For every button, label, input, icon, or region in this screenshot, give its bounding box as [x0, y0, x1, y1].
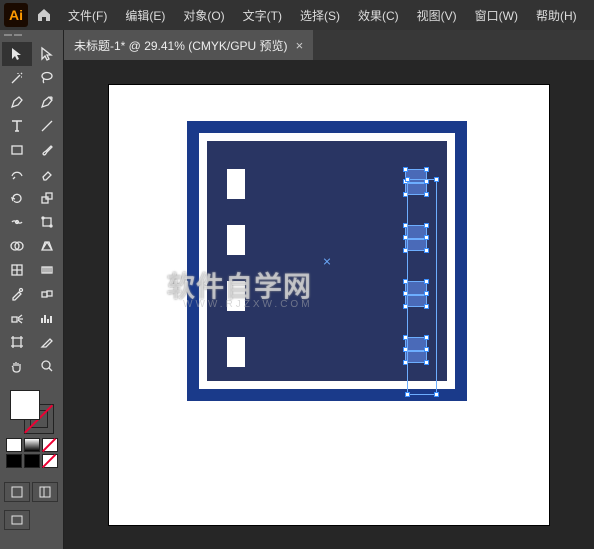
swatch-black-2[interactable] — [24, 454, 40, 468]
tools-panel — [0, 30, 64, 549]
perspective-tool[interactable] — [32, 234, 62, 258]
color-mode-none[interactable] — [42, 438, 58, 452]
eraser-tool[interactable] — [32, 162, 62, 186]
color-mode-solid[interactable] — [6, 438, 22, 452]
white-rect-4[interactable] — [227, 337, 245, 367]
symbol-sprayer-tool[interactable] — [2, 306, 32, 330]
swatch-none[interactable] — [42, 454, 58, 468]
artboard[interactable]: 软件自学网 WWW.RJZXW.COM — [109, 85, 549, 525]
eyedropper-tool[interactable] — [2, 282, 32, 306]
slice-tool[interactable] — [32, 330, 62, 354]
shape-builder-tool[interactable] — [2, 234, 32, 258]
color-mode-gradient[interactable] — [24, 438, 40, 452]
menu-view[interactable]: 视图(V) — [409, 3, 465, 28]
column-graph-tool[interactable] — [32, 306, 62, 330]
lasso-tool[interactable] — [32, 66, 62, 90]
menu-select[interactable]: 选择(S) — [292, 3, 348, 28]
draw-normal-button[interactable] — [4, 482, 30, 502]
app-logo: Ai — [4, 3, 28, 27]
close-tab-icon[interactable]: × — [296, 38, 304, 53]
swatch-black[interactable] — [6, 454, 22, 468]
rectangle-tool[interactable] — [2, 138, 32, 162]
mesh-tool[interactable] — [2, 258, 32, 282]
line-tool[interactable] — [32, 114, 62, 138]
free-transform-tool[interactable] — [32, 210, 62, 234]
home-icon[interactable] — [36, 7, 52, 23]
blend-tool[interactable] — [32, 282, 62, 306]
screen-mode-button[interactable] — [4, 510, 30, 530]
fill-swatch[interactable] — [10, 390, 40, 420]
artwork-inner-frame[interactable] — [199, 133, 455, 389]
direct-selection-tool[interactable] — [32, 42, 62, 66]
selection-center-icon — [323, 257, 331, 265]
magic-wand-tool[interactable] — [2, 66, 32, 90]
menubar: Ai 文件(F) 编辑(E) 对象(O) 文字(T) 选择(S) 效果(C) 视… — [0, 0, 594, 30]
canvas[interactable]: 软件自学网 WWW.RJZXW.COM — [64, 60, 594, 549]
scale-tool[interactable] — [32, 186, 62, 210]
menu-edit[interactable]: 编辑(E) — [117, 3, 173, 28]
curvature-tool[interactable] — [32, 90, 62, 114]
rotate-tool[interactable] — [2, 186, 32, 210]
draw-behind-button[interactable] — [32, 482, 58, 502]
width-tool[interactable] — [2, 210, 32, 234]
menu-type[interactable]: 文字(T) — [235, 3, 290, 28]
gradient-tool[interactable] — [32, 258, 62, 282]
artboard-tool[interactable] — [2, 330, 32, 354]
document-tab-title: 未标题-1* @ 29.41% (CMYK/GPU 预览) — [74, 37, 288, 54]
document-tabbar: 未标题-1* @ 29.41% (CMYK/GPU 预览) × — [64, 30, 594, 60]
pen-tool[interactable] — [2, 90, 32, 114]
menu-window[interactable]: 窗口(W) — [467, 3, 526, 28]
menu-object[interactable]: 对象(O) — [175, 3, 232, 28]
artwork-outer-square[interactable] — [187, 121, 467, 401]
white-rect-2[interactable] — [227, 225, 245, 255]
paintbrush-tool[interactable] — [32, 138, 62, 162]
document-tab[interactable]: 未标题-1* @ 29.41% (CMYK/GPU 预览) × — [64, 30, 313, 60]
selected-object-3[interactable] — [405, 281, 427, 307]
hand-tool[interactable] — [2, 354, 32, 378]
type-tool[interactable] — [2, 114, 32, 138]
selected-object-4[interactable] — [405, 337, 427, 363]
shaper-tool[interactable] — [2, 162, 32, 186]
white-rect-3[interactable] — [227, 281, 245, 311]
selection-tool[interactable] — [2, 42, 32, 66]
fill-stroke-swatch[interactable] — [10, 390, 54, 434]
menu-help[interactable]: 帮助(H) — [528, 3, 585, 28]
menu-file[interactable]: 文件(F) — [60, 3, 115, 28]
selected-object-2[interactable] — [405, 225, 427, 251]
zoom-tool[interactable] — [32, 354, 62, 378]
selected-object-1[interactable] — [405, 169, 427, 195]
white-rect-1[interactable] — [227, 169, 245, 199]
menu-effect[interactable]: 效果(C) — [350, 3, 407, 28]
